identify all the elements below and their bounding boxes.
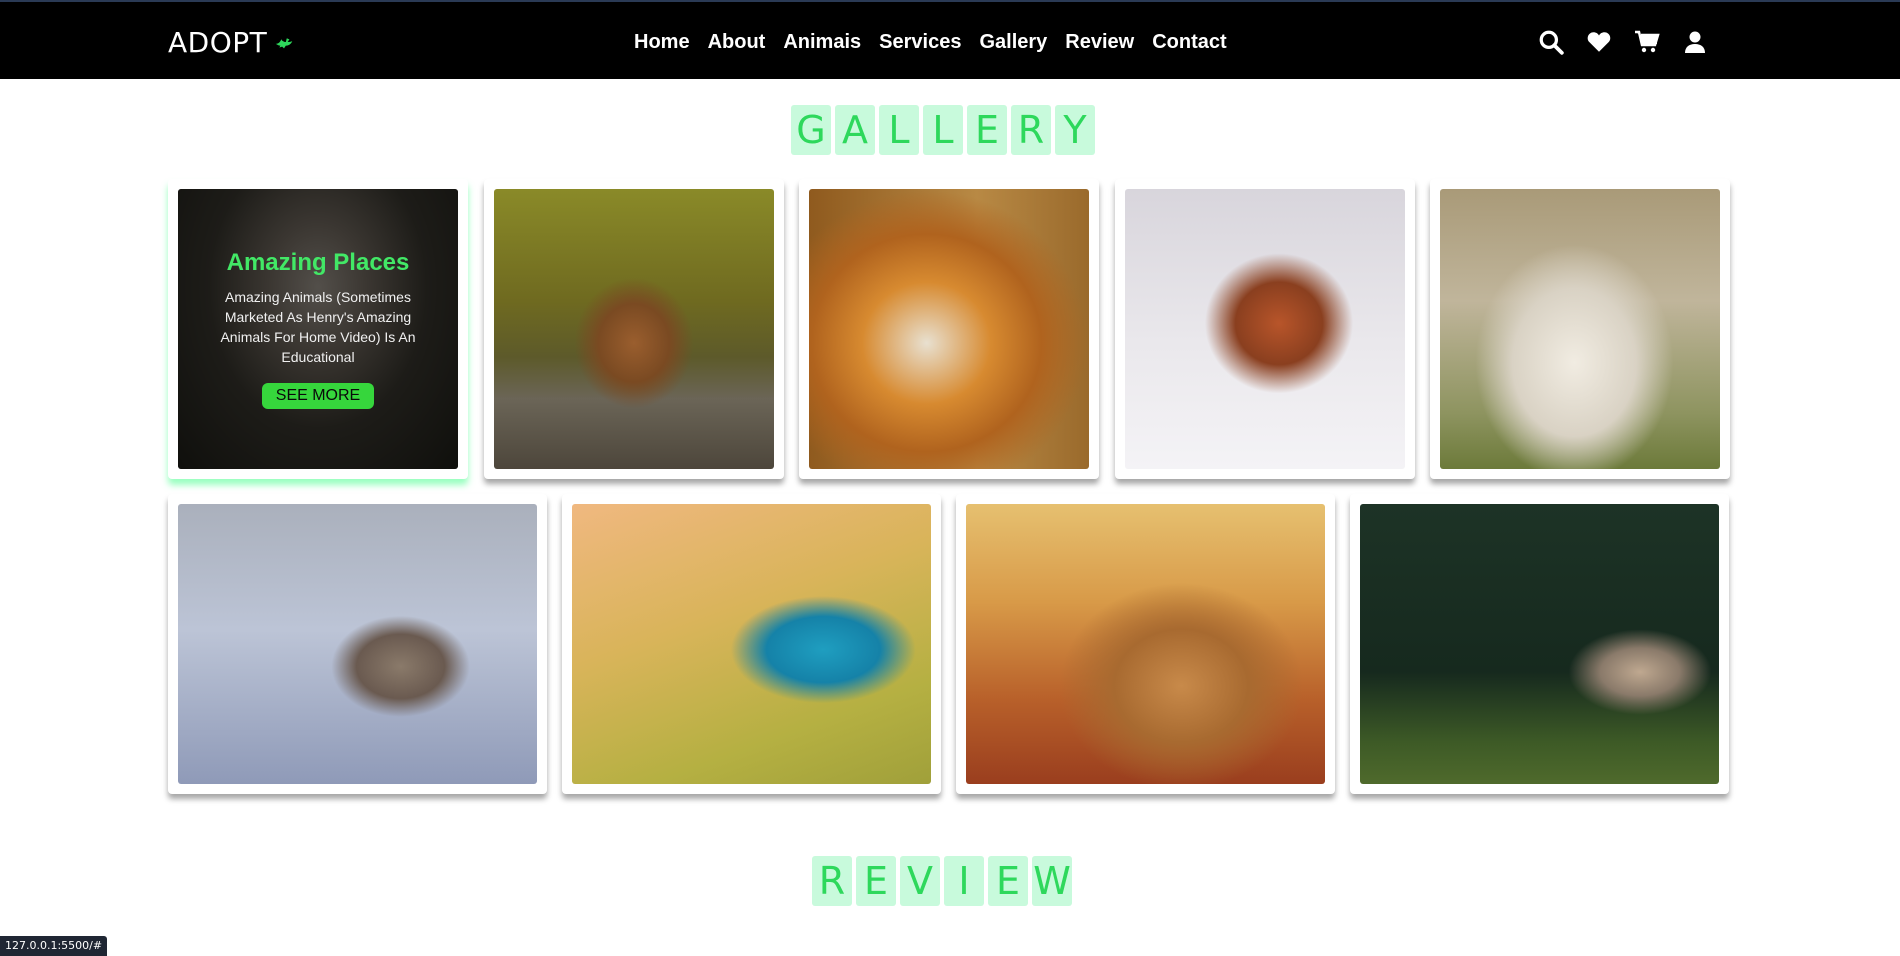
gallery-card-featured[interactable]: Amazing Places Amazing Animals (Sometime… [168,179,468,479]
fox-portrait-photo [809,189,1089,469]
gallery-card[interactable] [1350,494,1729,794]
title-letter: E [967,105,1007,155]
gallery-card[interactable] [562,494,941,794]
title-letter: G [791,105,831,155]
title-letter: E [856,856,896,906]
gallery-card[interactable] [1430,179,1730,479]
nav-animals[interactable]: Animais [783,31,861,54]
nav-home[interactable]: Home [634,31,690,54]
title-letter: E [988,856,1028,906]
nav-gallery[interactable]: Gallery [979,31,1047,54]
search-icon[interactable] [1538,29,1564,55]
heart-icon[interactable] [1586,29,1612,55]
title-letter: A [835,105,875,155]
cart-icon[interactable] [1634,29,1660,55]
title-letter: L [879,105,919,155]
gallery-card[interactable] [1115,179,1415,479]
card-overlay: Amazing Places Amazing Animals (Sometime… [178,189,458,469]
sleeping-fox-photo [494,189,774,469]
nav-about[interactable]: About [708,31,766,54]
site-header: ADOPT Home About Animais Services Galler… [0,0,1900,79]
deer-photo [1360,504,1719,784]
nav-services[interactable]: Services [879,31,961,54]
gallery-card[interactable] [799,179,1099,479]
overlay-text: Amazing Animals (Sometimes Marketed As H… [220,289,416,365]
see-more-button[interactable]: SEE MORE [261,383,375,409]
logo-text: ADOPT [168,25,268,59]
title-letter: R [812,856,852,906]
dove-icon [276,38,293,49]
main-nav: Home About Animais Services Gallery Revi… [634,24,1227,60]
title-letter: R [1011,105,1051,155]
title-letter: V [900,856,940,906]
kingfisher-photo [572,504,931,784]
header-icons [1538,26,1708,58]
overlay-title: Amazing Places [226,249,410,276]
fox-in-snow-photo [1125,189,1405,469]
jay-bird-photo [178,504,537,784]
sheep-photo [1440,189,1720,469]
gallery-title: G A L L E R Y [791,105,1095,155]
title-letter: W [1032,856,1072,906]
logo[interactable]: ADOPT [168,22,295,62]
gallery-card[interactable] [168,494,547,794]
user-icon[interactable] [1682,29,1708,55]
status-bar-url: 127.0.0.1:5500/# [0,936,108,956]
lions-photo [966,504,1325,784]
gallery-card[interactable] [484,179,784,479]
title-letter: I [944,856,984,906]
title-letter: Y [1055,105,1095,155]
title-letter: L [923,105,963,155]
review-title: R E V I E W [812,856,1072,906]
nav-review[interactable]: Review [1065,31,1134,54]
tiger-photo: Amazing Places Amazing Animals (Sometime… [178,189,458,469]
gallery-card[interactable] [956,494,1335,794]
nav-contact[interactable]: Contact [1152,31,1226,54]
